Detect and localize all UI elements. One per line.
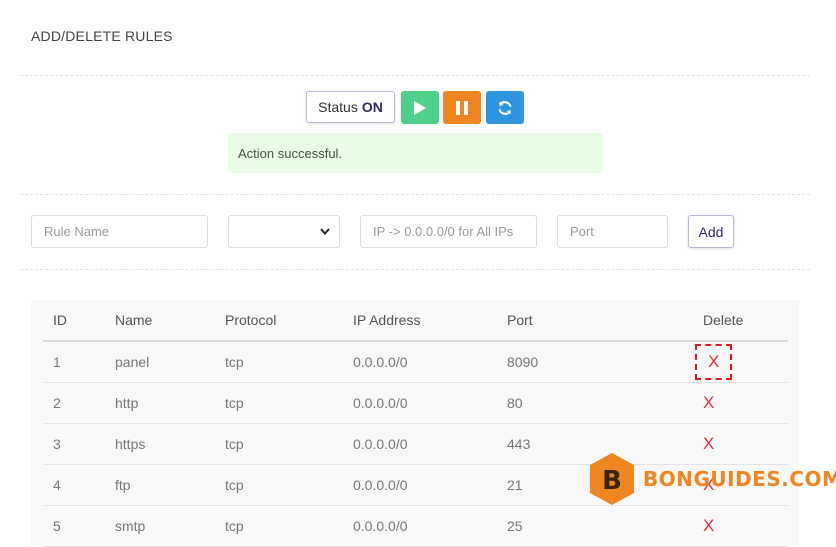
cell-protocol: tcp <box>215 382 343 424</box>
rules-table: ID Name Protocol IP Address Port Delete … <box>43 300 788 547</box>
cell-port: 80 <box>497 382 677 424</box>
cell-ip: 0.0.0.0/0 <box>343 505 497 547</box>
cell-name: panel <box>105 341 215 383</box>
svg-text:B: B <box>602 466 622 496</box>
header-name: Name <box>105 300 215 342</box>
header-id: ID <box>43 300 105 342</box>
header-ip-address: IP Address <box>343 300 497 342</box>
protocol-select[interactable] <box>228 215 340 248</box>
cell-name: https <box>105 423 215 465</box>
table-row: 5 smtp tcp 0.0.0.0/0 25 X <box>43 505 788 547</box>
cell-name: smtp <box>105 505 215 547</box>
header-delete: Delete <box>677 300 788 342</box>
page-title: ADD/DELETE RULES <box>31 28 173 44</box>
cell-ip: 0.0.0.0/0 <box>343 341 497 383</box>
refresh-button[interactable] <box>486 91 524 124</box>
pause-icon <box>456 100 468 115</box>
divider <box>20 194 810 195</box>
success-alert: Action successful. <box>228 133 603 173</box>
rules-table-container: ID Name Protocol IP Address Port Delete … <box>31 300 799 547</box>
rule-name-input[interactable] <box>31 215 208 248</box>
cell-port: 25 <box>497 505 677 547</box>
chevron-down-icon <box>320 228 330 236</box>
table-header-row: ID Name Protocol IP Address Port Delete <box>43 300 788 342</box>
table-row: 1 panel tcp 0.0.0.0/0 8090 X <box>43 341 788 383</box>
cell-ip: 0.0.0.0/0 <box>343 423 497 465</box>
play-icon <box>414 100 426 115</box>
cell-name: http <box>105 382 215 424</box>
watermark-text: BONGUIDES.COM <box>643 467 836 491</box>
cell-protocol: tcp <box>215 341 343 383</box>
header-port: Port <box>497 300 677 342</box>
cell-name: ftp <box>105 464 215 506</box>
cell-ip: 0.0.0.0/0 <box>343 464 497 506</box>
cell-protocol: tcp <box>215 423 343 465</box>
header-protocol: Protocol <box>215 300 343 342</box>
cell-protocol: tcp <box>215 464 343 506</box>
cell-id: 2 <box>43 382 105 424</box>
start-button[interactable] <box>401 91 439 124</box>
cell-protocol: tcp <box>215 505 343 547</box>
delete-rule-button[interactable]: X <box>694 344 733 380</box>
status-label: Status <box>318 99 358 115</box>
port-input[interactable] <box>557 215 668 248</box>
pause-button[interactable] <box>443 91 481 124</box>
divider <box>20 75 810 76</box>
cell-ip: 0.0.0.0/0 <box>343 382 497 424</box>
delete-rule-button[interactable]: X <box>703 393 714 413</box>
alert-message: Action successful. <box>238 145 343 161</box>
cell-port: 8090 <box>497 341 677 383</box>
cell-id: 1 <box>43 341 105 383</box>
status-value: ON <box>361 99 383 115</box>
watermark-logo-icon: B <box>590 453 634 505</box>
add-rule-button[interactable]: Add <box>688 215 734 248</box>
cell-id: 4 <box>43 464 105 506</box>
status-toggle-button[interactable]: Status ON <box>306 91 395 123</box>
ip-address-input[interactable] <box>360 215 537 248</box>
cell-id: 3 <box>43 423 105 465</box>
watermark: B BONGUIDES.COM <box>587 451 836 507</box>
divider <box>20 269 810 270</box>
cell-id: 5 <box>43 505 105 547</box>
table-row: 2 http tcp 0.0.0.0/0 80 X <box>43 382 788 424</box>
delete-rule-button[interactable]: X <box>703 516 714 536</box>
refresh-icon <box>498 100 512 115</box>
